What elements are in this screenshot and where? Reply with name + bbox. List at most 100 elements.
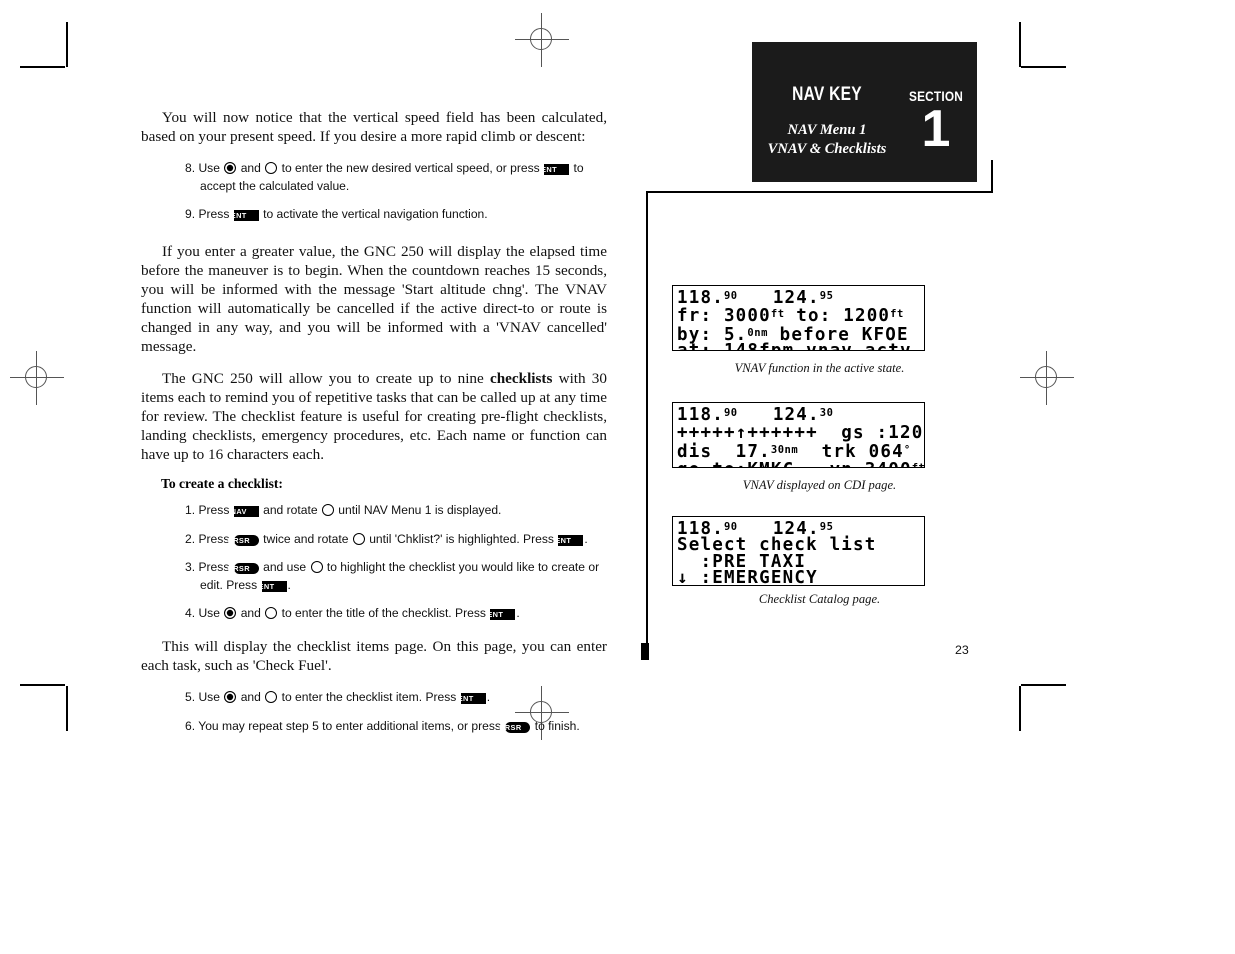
freq-vloc: 124. [737, 405, 820, 425]
vnav-active-screen: 118.90 124.95 fr: 3000ft to: 1200ft by: … [672, 285, 925, 351]
step-1-number: 1. [185, 503, 199, 517]
goto-waypoint-and-vnav: go to:KMKC vn 3400 [677, 460, 912, 467]
crsr-key-icon: CRSR [227, 563, 259, 575]
screen-line-at: at: 148fpm vnav actv [677, 342, 920, 350]
step-2-text-2: twice and rotate [259, 531, 352, 546]
para3-bold-term: checklists [489, 369, 553, 387]
paragraph-checklists: The GNC 250 will allow you to create up … [141, 369, 607, 464]
vnav-to-unit: ft [890, 308, 904, 321]
step-2-number: 2. [185, 531, 199, 546]
sidebar-corner-rule [991, 160, 993, 193]
figure-3-caption: Checklist Catalog page. [758, 592, 881, 606]
freq-vloc-decimals: 95 [819, 290, 834, 302]
track-value: trk 064 [798, 441, 904, 462]
screen-line-dis-trk: dis 17.30nm trk 064° [677, 441, 920, 462]
nav-key-icon: NAV [231, 506, 259, 517]
header-title: NAV KEY [792, 84, 862, 105]
page-number: 23 [955, 643, 969, 657]
step-6: 6. You may repeat step 5 to enter additi… [141, 718, 607, 736]
step-4-number: 4. [185, 606, 199, 621]
figure-2-caption: VNAV displayed on CDI page. [742, 478, 897, 492]
cdi-scale-and-groundspeed: +++++↑++++++ gs :120 [677, 423, 924, 444]
step-1: 1. Press NAV and rotate until NAV Menu 1… [141, 502, 607, 520]
inner-knob-icon [224, 162, 237, 175]
step-1-text-1: Press [198, 503, 233, 517]
sidebar-vertical-rule [646, 191, 648, 646]
step-5: 5. Use and to enter the checklist item. … [141, 689, 607, 707]
outer-knob-icon [310, 561, 323, 574]
outer-knob-icon [352, 532, 365, 545]
step-4-text-1: Use [198, 606, 224, 621]
outer-knob-icon [265, 607, 278, 620]
outer-knob-icon [265, 691, 278, 704]
groundspeed-unit: kt [923, 425, 924, 437]
step-list-create: 1. Press NAV and rotate until NAV Menu 1… [141, 502, 607, 623]
text-column: You will now notice that the vertical sp… [141, 108, 607, 746]
step-4-text-2: and [237, 606, 265, 621]
header-subtitle-2: VNAV & Checklists [767, 141, 887, 157]
paragraph-intro: You will now notice that the vertical sp… [141, 109, 607, 146]
step-4-text-4: . [516, 606, 520, 621]
vnav-by-unit: 0nm [747, 326, 768, 339]
step-9: 9. Press ENT to activate the vertical na… [141, 206, 607, 224]
step-list-items: 5. Use and to enter the checklist item. … [141, 689, 607, 735]
screen-line-goto-vn: go to:KMKC vn 3400ft [677, 460, 924, 467]
para3-part-a: The GNC 250 will allow you to create up … [162, 369, 490, 387]
step-9-text-1: Press [198, 207, 233, 222]
step-3-text-2: and use [259, 560, 310, 575]
freq-com: 118. [677, 405, 724, 425]
checklist-catalog-screen: 118.90 124.95 Select check list :PRE TAX… [672, 516, 925, 586]
freq-com-decimals: 90 [723, 521, 738, 533]
step-2-text-3: until 'Chklist?' is highlighted. Press [365, 531, 558, 546]
outer-knob-icon [265, 162, 278, 175]
freq-vloc-decimals: 30 [819, 407, 834, 419]
step-8-number: 8. [185, 161, 199, 176]
header-section-number: 1 [921, 100, 951, 158]
step-8-text-1: Use [198, 161, 224, 176]
step-1-text-3: until NAV Menu 1 is displayed. [334, 503, 502, 517]
step-8-text-3: to enter the new desired vertical speed,… [278, 161, 544, 176]
ent-key-icon: ENT [541, 164, 570, 176]
freq-com: 118. [677, 288, 724, 308]
vnav-from-unit: ft [770, 308, 785, 321]
step-5-text-2: and [237, 690, 265, 705]
step-5-text-1: Use [198, 690, 224, 705]
section-header-box: NAV KEY NAV Menu 1 VNAV & Checklists SEC… [752, 42, 977, 182]
step-list-vnav: 8. Use and to enter the new desired vert… [141, 160, 607, 224]
paragraph-items-page: This will display the checklist items pa… [141, 637, 607, 675]
step-6-text-2: to finish. [531, 718, 580, 733]
step-3: 3. Press CRSR and use to highlight the c… [141, 559, 607, 594]
freq-vloc: 124. [737, 288, 820, 308]
figure-1-caption: VNAV function in the active state. [734, 361, 905, 375]
ent-key-icon: ENT [231, 210, 259, 222]
step-4-text-3: to enter the title of the checklist. Pre… [278, 606, 490, 621]
step-3-number: 3. [185, 560, 199, 575]
step-9-number: 9. [185, 207, 199, 222]
screen-line-freq: 118.90 124.95 [677, 288, 920, 308]
freq-vloc-decimals: 95 [819, 521, 834, 533]
step-5-number: 5. [185, 690, 199, 705]
ent-key-icon: ENT [259, 580, 287, 592]
screen-line-checklist-2: ↓ :EMERGENCY [677, 568, 818, 586]
inner-knob-icon [224, 691, 237, 704]
ent-key-icon: ENT [487, 609, 516, 621]
screen-line-from-to: fr: 3000ft to: 1200ft [677, 306, 920, 327]
freq-com-decimals: 90 [723, 407, 738, 419]
step-1-text-2: and rotate [259, 503, 321, 517]
step-9-text-2: to activate the vertical navigation func… [259, 207, 488, 222]
footer-bleed-mark [641, 643, 649, 660]
vnav-to: to: 1200 [784, 306, 891, 327]
crsr-key-icon: CRSR [227, 534, 259, 546]
step-8: 8. Use and to enter the new desired vert… [141, 160, 607, 195]
step-2: 2. Press CRSR twice and rotate until 'Ch… [141, 531, 607, 549]
screen-line-freq: 118.90 124.30 [677, 405, 920, 425]
paragraph-greater-value: If you enter a greater value, the GNC 25… [141, 242, 607, 356]
crsr-key-icon: CRSR [499, 721, 531, 733]
distance-value: dis 17. [677, 441, 771, 462]
freq-com-decimals: 90 [723, 290, 738, 302]
vnav-altitude-unit: ft [912, 462, 924, 467]
step-6-text-1: You may repeat step 5 to enter additiona… [198, 718, 505, 733]
ent-key-icon: ENT [555, 534, 584, 546]
step-3-text-4: . [287, 577, 291, 592]
vnav-from: fr: 3000 [677, 306, 771, 327]
